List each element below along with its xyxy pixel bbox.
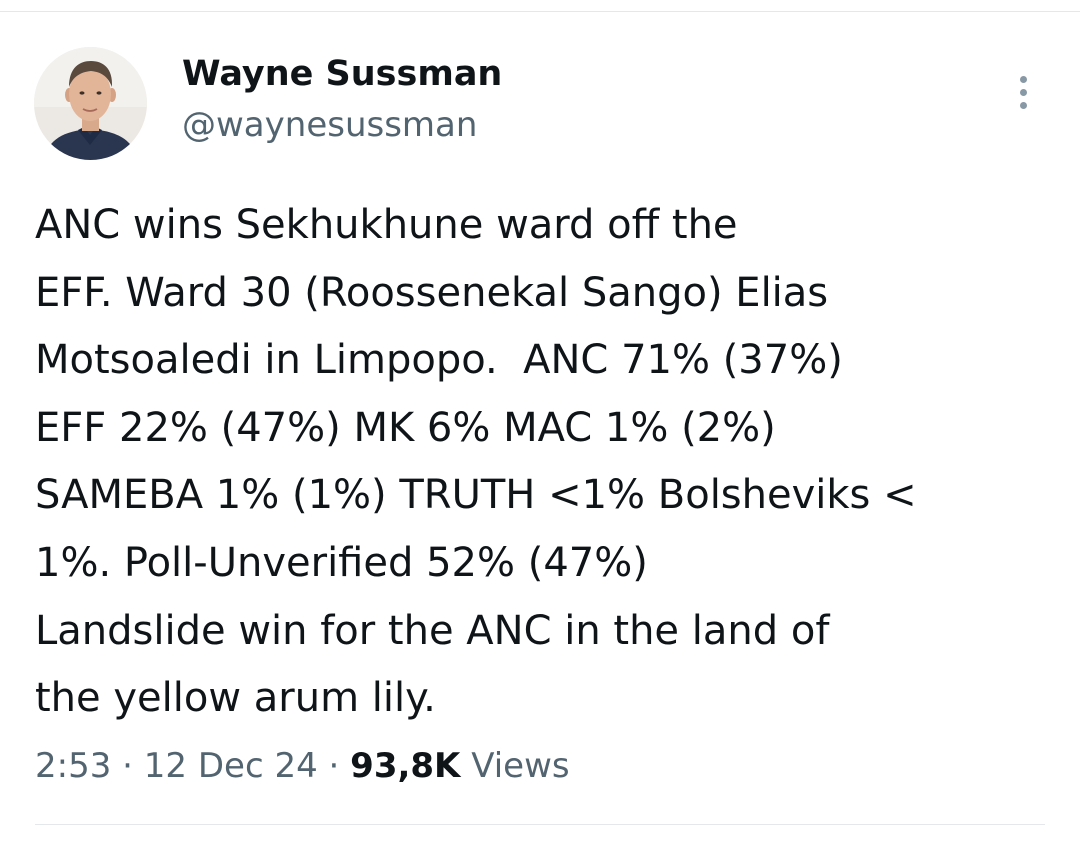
top-divider [0,11,1080,12]
tweet-text-line: EFF. Ward 30 (Roossenekal Sango) Elias [35,269,829,316]
meta-separator: · [317,746,351,786]
bottom-divider [35,824,1045,825]
more-options-button[interactable] [1006,70,1040,114]
tweet-text-line: Motsoaledi in Limpopo. ANC 71% (37%) [35,337,843,384]
views-label: Views [460,746,570,786]
avatar-image [34,47,147,160]
author-handle[interactable]: @waynesussman [182,103,477,147]
tweet-meta: 2:53 · 12 Dec 24 · 93,8K Views [35,743,570,789]
tweet-text-line: Landslide win for the ANC in the land of [35,607,830,654]
views-count[interactable]: 93,8K [350,746,460,786]
author-display-name[interactable]: Wayne Sussman [182,52,502,96]
more-vertical-icon-dot [1019,101,1027,109]
tweet-text-line: EFF 22% (47%) MK 6% MAC 1% (2%) [35,404,776,451]
tweet-date[interactable]: 12 Dec 24 [144,746,318,786]
tweet-text-line: the yellow arum lily. [35,675,436,722]
meta-separator: · [111,746,144,786]
avatar[interactable] [34,47,147,160]
more-vertical-icon-dot [1019,88,1027,96]
tweet-text-line: ANC wins Sekhukhune ward off the [35,202,738,248]
tweet-time[interactable]: 2:53 [35,746,111,786]
tweet-text-line: SAMEBA 1% (1%) TRUTH <1% Bolsheviks < [35,472,917,519]
tweet-text: ANC wins Sekhukhune ward off the EFF. Wa… [35,192,1045,733]
tweet-text-line: 1%. Poll-Unverified 52% (47%) [35,539,648,586]
more-vertical-icon [1019,75,1027,83]
